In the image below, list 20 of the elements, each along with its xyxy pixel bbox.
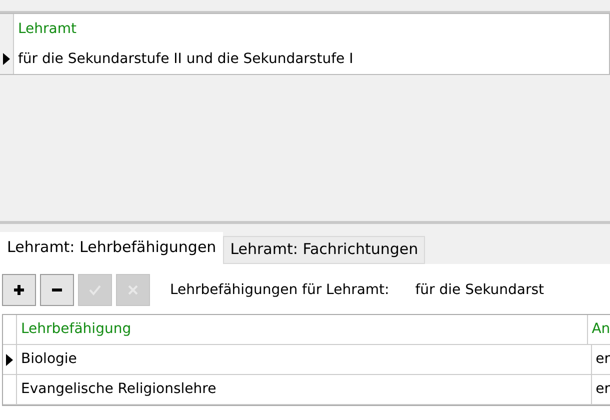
cross-icon: [126, 283, 140, 297]
field-value: für die Sekundarst: [415, 280, 544, 300]
table-cell-text: für die Sekundarstufe II und die Sekundarstufe I: [17, 50, 354, 68]
row-header-cell[interactable]: [3, 345, 17, 374]
field-label: Lehrbefähigungen für Lehramt:: [170, 280, 390, 300]
toolbar-button[interactable]: [40, 274, 74, 306]
plus-icon: [12, 283, 26, 297]
tab[interactable]: Lehramt: Lehrbefähigungen: [0, 232, 224, 264]
checkmark-icon: [88, 283, 102, 297]
column-header[interactable]: Lehramt: [14, 14, 609, 44]
column-header[interactable]: An: [588, 315, 610, 344]
toolbar-button[interactable]: [2, 274, 36, 306]
tab[interactable]: Lehramt: Fachrichtungen: [223, 236, 426, 264]
table-cell-text: er: [594, 350, 610, 369]
table-cell-text: er: [594, 380, 610, 399]
table-cell: Evangelische Religionslehre: [17, 375, 592, 404]
table-cell: Biologie: [17, 345, 592, 374]
column-header[interactable]: Lehrbefähigung: [17, 315, 588, 344]
row-header-cell: [0, 14, 14, 44]
row-header-cell[interactable]: [0, 44, 14, 74]
